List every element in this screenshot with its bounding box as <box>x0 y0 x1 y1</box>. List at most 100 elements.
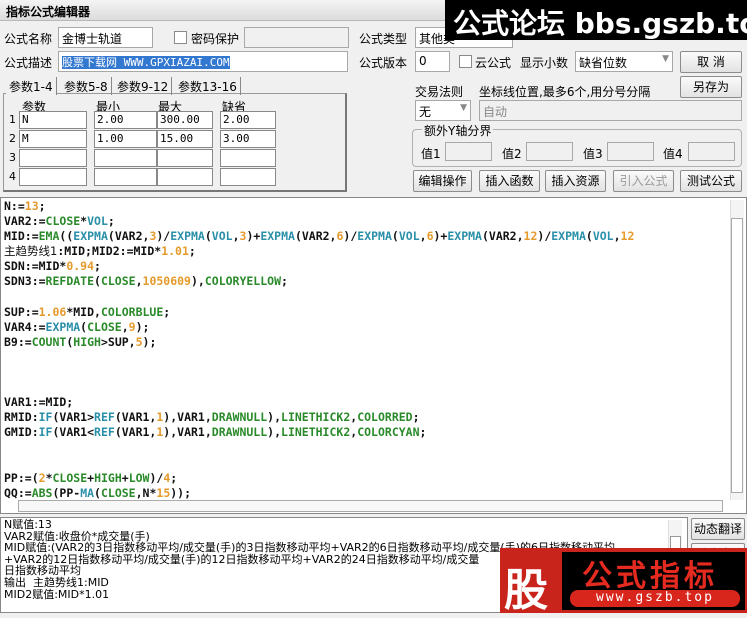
trade-rule-select[interactable]: 无 ▼ <box>415 100 471 121</box>
code-token: QQ:= <box>4 485 32 500</box>
param-name-input[interactable] <box>19 168 87 186</box>
insert-resource-button[interactable]: 插入资源 <box>545 170 606 192</box>
code-token: B9:= <box>4 334 32 349</box>
y-value-input-1[interactable] <box>445 142 492 161</box>
watermark-top: 公式论坛 bbs.gszb.top <box>445 0 747 40</box>
code-token: IF <box>38 425 53 440</box>
password-checkbox[interactable] <box>174 31 187 44</box>
code-token: ( <box>94 485 101 500</box>
code-token: N:= <box>4 199 25 213</box>
formula-name-label: 公式名称 <box>4 32 53 46</box>
code-token: MA <box>80 485 95 500</box>
y-value-label-2: 值2 <box>502 147 522 161</box>
param-name-input[interactable]: N <box>19 111 87 129</box>
code-token: 5 <box>135 334 143 349</box>
code-token: ),VAR1, <box>163 410 212 425</box>
insert-function-button[interactable]: 插入函数 <box>479 170 540 192</box>
test-formula-button[interactable]: 测试公式 <box>680 170 742 192</box>
cloud-formula-checkbox[interactable] <box>459 55 472 68</box>
tab-params-1-4[interactable]: 参数1-4 <box>6 77 57 95</box>
y-value-input-2[interactable] <box>526 142 573 161</box>
param-min-input[interactable]: 2.00 <box>94 111 157 129</box>
code-token: 2 <box>38 470 46 485</box>
tab-params-5-8[interactable]: 参数5-8 <box>61 77 112 95</box>
param-row-index: 3 <box>9 151 16 164</box>
code-token: )/ <box>149 470 164 485</box>
code-line: QQ:=ABS(PP-MA(CLOSE,N*15)); <box>4 486 634 501</box>
code-token: REFDATE <box>45 274 95 289</box>
code-line: PP:=(2*CLOSE+HIGH+LOW)/4; <box>4 471 634 486</box>
tab-params-13-16[interactable]: 参数13-16 <box>175 77 241 95</box>
code-text[interactable]: N:=13; VAR2:=CLOSE*VOL; MID:=EMA((EXPMA(VA… <box>4 199 634 501</box>
code-token: 6 <box>426 229 434 244</box>
param-min-input[interactable] <box>94 149 157 167</box>
import-formula-button[interactable]: 引入公式 <box>613 170 674 192</box>
param-max-input[interactable]: 300.00 <box>157 111 213 129</box>
tab-params-9-12[interactable]: 参数9-12 <box>114 77 173 95</box>
dynamic-translate-button[interactable]: 动态翻译 <box>691 518 745 540</box>
param-default-input[interactable]: 3.00 <box>220 130 276 148</box>
formula-name-input[interactable]: 金博士轨道 <box>58 27 153 48</box>
code-token: CLOSE <box>87 319 122 334</box>
code-token: ; <box>412 410 420 425</box>
watermark-logo: 股 <box>504 565 548 616</box>
code-token: VOL <box>211 229 233 244</box>
param-max-input[interactable] <box>157 149 213 167</box>
code-token: VAR1:=MID; <box>4 395 74 410</box>
code-token: )); <box>170 485 192 500</box>
code-token: IF <box>38 410 53 425</box>
code-token: COLORBLUE <box>100 304 164 319</box>
code-token: COUNT <box>31 334 67 349</box>
param-name-input[interactable] <box>19 149 87 167</box>
param-default-input[interactable]: 2.00 <box>220 111 276 129</box>
cancel-button[interactable]: 取 消 <box>680 51 742 73</box>
formula-desc-label: 公式描述 <box>4 56 53 70</box>
param-default-input[interactable] <box>220 168 276 186</box>
param-max-input[interactable] <box>157 168 213 186</box>
decimals-select[interactable]: 缺省位数 ▼ <box>575 51 673 72</box>
password-label: 密码保护 <box>191 32 240 46</box>
code-token: LINETHICK2 <box>281 425 351 440</box>
code-token: ), <box>267 410 282 425</box>
param-max-input[interactable]: 15.00 <box>157 130 213 148</box>
code-token: HIGH <box>73 334 101 349</box>
save-as-button[interactable]: 另存为 <box>680 76 742 98</box>
code-token: SDN3:= <box>4 274 46 289</box>
watermark-url: www.gszb.top <box>570 590 740 607</box>
code-token: 9 <box>128 319 136 334</box>
code-line: RMID:IF(VAR1>REF(VAR1,1),VAR1,DRAWNULL),… <box>4 410 634 425</box>
code-editor[interactable]: N:=13; VAR2:=CLOSE*VOL; MID:=EMA((EXPMA(VA… <box>0 197 747 514</box>
code-token: CLOSE <box>45 214 81 229</box>
y-value-input-4[interactable] <box>688 142 735 161</box>
param-name-input[interactable]: M <box>19 130 87 148</box>
chevron-down-icon: ▼ <box>460 103 467 113</box>
code-token: HIGH <box>94 470 122 485</box>
param-min-input[interactable] <box>94 168 157 186</box>
axis-lines-input[interactable]: 自动 <box>479 100 742 121</box>
param-default-input[interactable] <box>220 149 276 167</box>
param-min-input[interactable]: 1.00 <box>94 130 157 148</box>
editor-scroll-thumb[interactable] <box>731 218 743 493</box>
code-token: LINETHICK2 <box>281 410 351 425</box>
password-input[interactable] <box>244 27 349 48</box>
code-token: COLORYELLOW <box>204 274 282 289</box>
code-token: 12 <box>620 229 635 244</box>
watermark-bottom: 股 公式指标 www.gszb.top <box>500 548 747 616</box>
editor-horizontal-scrollbar[interactable] <box>18 500 723 512</box>
code-token: )/ <box>537 229 552 244</box>
formula-version-input[interactable]: 0 <box>415 51 450 72</box>
edit-operations-button[interactable]: 编辑操作 <box>413 170 472 192</box>
formula-desc-selected-text: 股票下载网 WWW.GPXIAZAI.COM <box>62 56 230 69</box>
formula-desc-input[interactable]: 股票下载网 WWW.GPXIAZAI.COM <box>58 51 348 72</box>
code-token: (VAR1, <box>114 425 157 440</box>
translation-line: N赋值:13 <box>4 518 52 531</box>
y-value-input-3[interactable] <box>607 142 654 161</box>
trade-rule-label: 交易法则 <box>415 85 464 99</box>
code-token: EXPMA <box>73 229 108 244</box>
code-token: EXPMA <box>170 229 205 244</box>
code-token: )+ <box>433 229 448 244</box>
code-token: ),VAR1, <box>163 425 212 440</box>
